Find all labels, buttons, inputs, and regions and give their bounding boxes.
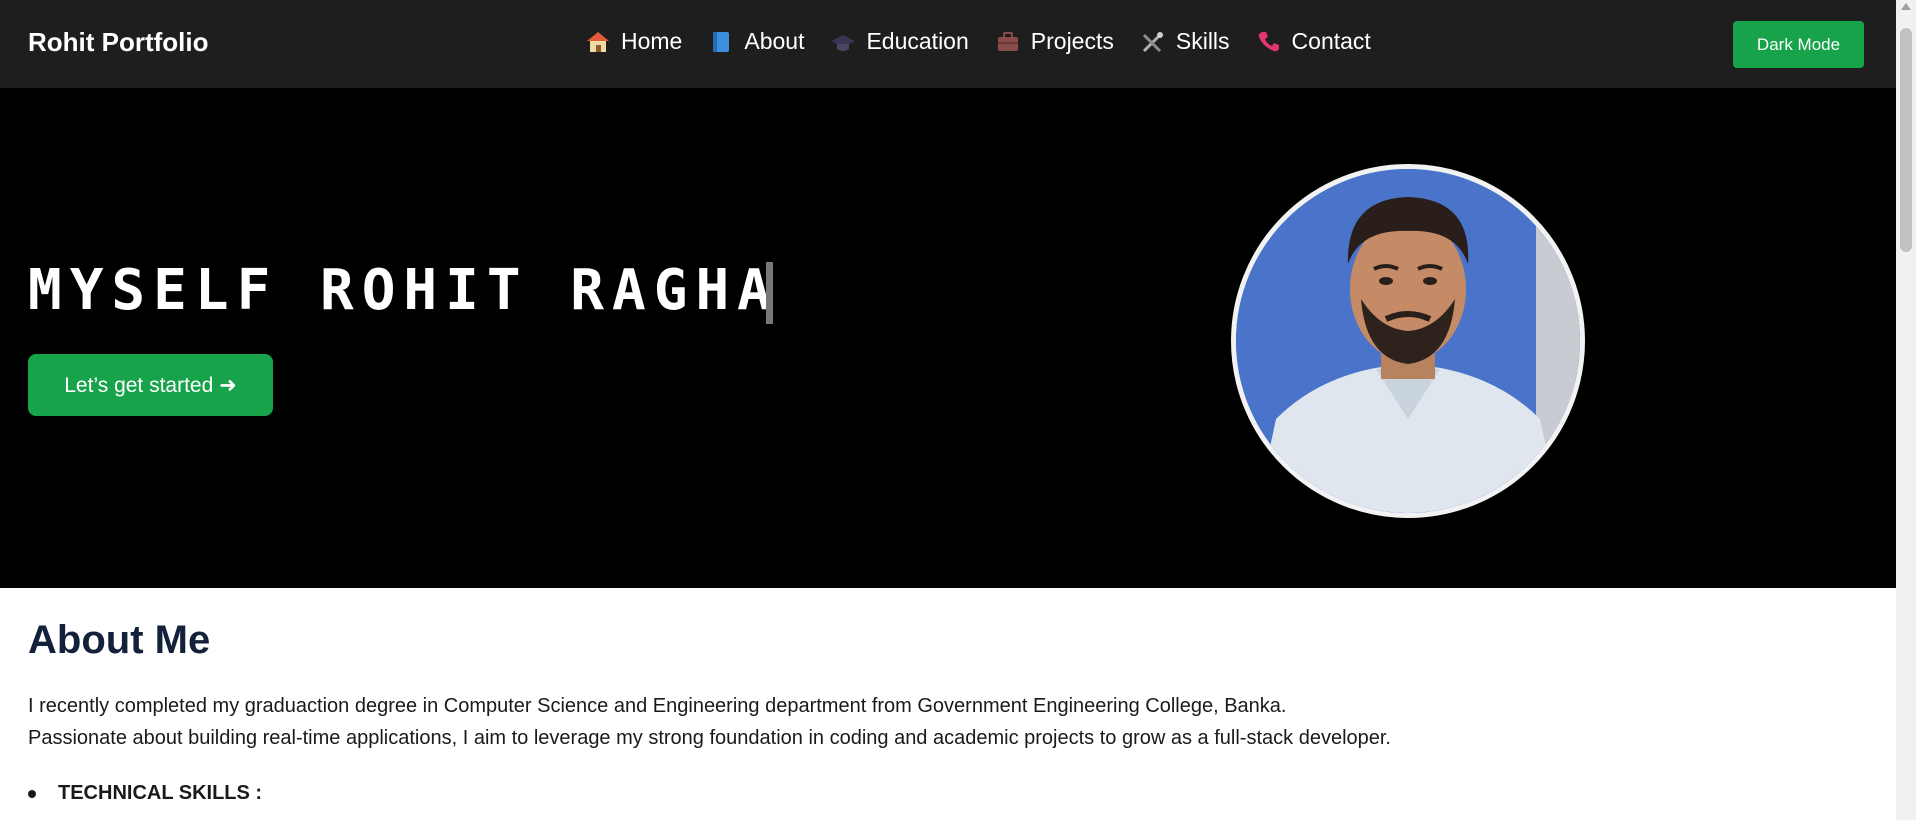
nav-link-label: Projects — [1030, 28, 1114, 54]
hero-section: MYSELF ROHIT RAGHA Let’s get started ➜ — [0, 88, 1896, 588]
about-title: About Me — [28, 618, 211, 662]
nav-link-home[interactable]: Home — [585, 28, 682, 55]
page-scrollbar[interactable] — [1896, 0, 1916, 820]
scroll-thumb[interactable] — [1900, 28, 1912, 252]
list-item: TECHNICAL SKILLS : — [28, 782, 262, 805]
nav-link-label: Skills — [1175, 28, 1230, 54]
get-started-button[interactable]: Let’s get started ➜ — [28, 354, 273, 416]
nav-link-contact[interactable]: Contact — [1256, 28, 1371, 55]
nav-link-about[interactable]: About — [708, 28, 804, 55]
about-paragraph-2: Passionate about building real-time appl… — [28, 727, 1391, 749]
nav-link-skills[interactable]: Skills — [1140, 28, 1230, 55]
phone-icon — [1256, 29, 1282, 55]
page: Rohit Portfolio Home About Education Pro… — [0, 0, 1896, 820]
graduation-cap-icon — [830, 29, 856, 55]
typing-caret — [766, 262, 773, 324]
dark-mode-button[interactable]: Dark Mode — [1733, 21, 1864, 68]
hero-typed-title: MYSELF ROHIT RAGHA — [28, 258, 779, 323]
brand-logo[interactable]: Rohit Portfolio — [28, 27, 209, 58]
nav-link-education[interactable]: Education — [830, 28, 969, 55]
nav-link-projects[interactable]: Projects — [995, 28, 1114, 55]
nav-link-label: About — [744, 28, 805, 54]
about-paragraph-1: I recently completed my graduaction degr… — [28, 695, 1287, 717]
bullet-icon — [28, 789, 36, 798]
tools-icon — [1140, 29, 1166, 55]
scroll-up-icon[interactable] — [1901, 3, 1911, 10]
nav-link-label: Contact — [1291, 28, 1371, 54]
about-text: I recently completed my graduaction degr… — [28, 690, 1391, 754]
book-icon — [708, 29, 734, 55]
home-icon — [585, 29, 611, 55]
profile-photo — [1231, 164, 1585, 518]
nav-links: Home About Education Projects Skills Con… — [585, 28, 1371, 55]
nav-link-label: Education — [866, 28, 969, 54]
skills-heading: TECHNICAL SKILLS : — [58, 782, 263, 804]
navbar: Rohit Portfolio Home About Education Pro… — [0, 0, 1896, 88]
briefcase-icon — [995, 29, 1021, 55]
nav-link-label: Home — [621, 28, 683, 54]
